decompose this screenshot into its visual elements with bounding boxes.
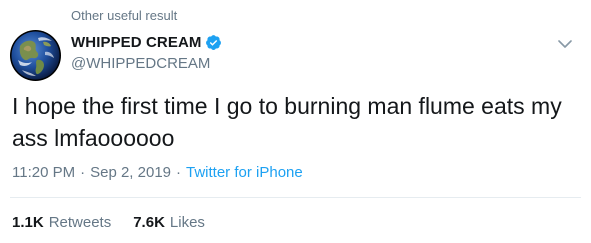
tweet-text: I hope the first time I go to burning ma…	[12, 93, 562, 151]
likes-count: 7.6K	[133, 214, 165, 231]
verified-badge-icon	[205, 34, 222, 51]
retweets-stat[interactable]: 1.1K Retweets	[12, 214, 111, 231]
avatar[interactable]	[10, 30, 61, 81]
earth-globe-icon	[10, 30, 61, 81]
tweet-date[interactable]: Sep 2, 2019	[90, 164, 171, 181]
retweets-count: 1.1K	[12, 214, 44, 231]
tweet-meta: 11:20 PM · Sep 2, 2019 · Twitter for iPh…	[12, 164, 303, 181]
likes-stat[interactable]: 7.6K Likes	[133, 214, 205, 231]
chevron-down-icon[interactable]	[555, 34, 575, 54]
author-handle[interactable]: @WHIPPEDCREAM	[71, 55, 222, 72]
tweet-source-link[interactable]: Twitter for iPhone	[186, 164, 303, 181]
meta-separator: ·	[80, 164, 86, 181]
likes-label: Likes	[169, 214, 205, 231]
context-label: Other useful result	[71, 8, 178, 23]
author-block[interactable]: WHIPPED CREAM @WHIPPEDCREAM	[71, 34, 222, 72]
divider	[10, 197, 581, 198]
display-name[interactable]: WHIPPED CREAM	[71, 34, 201, 51]
meta-separator: ·	[176, 164, 181, 181]
tweet-time[interactable]: 11:20 PM	[12, 164, 75, 181]
retweets-label: Retweets	[48, 214, 112, 231]
tweet-stats: 1.1K Retweets 7.6K Likes	[12, 214, 227, 231]
name-row: WHIPPED CREAM	[71, 34, 222, 51]
tweet-card: Other useful result WHIPPED CREAM @WHIPP…	[0, 0, 591, 243]
